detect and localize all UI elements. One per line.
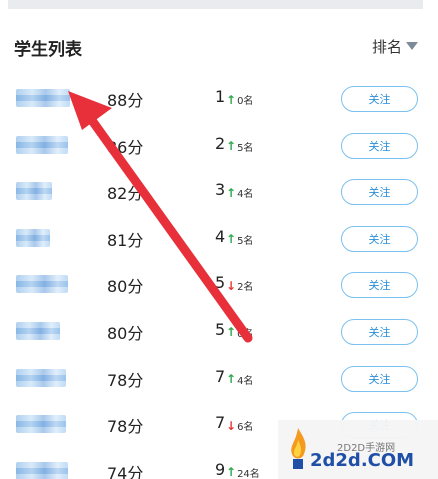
- arrow-down-icon: ↓: [226, 278, 237, 293]
- student-rank: 1: [215, 87, 226, 106]
- rank-change: ↑ 0名: [226, 325, 253, 340]
- student-rank: 4: [215, 226, 226, 246]
- student-name-blurred[interactable]: [16, 228, 50, 247]
- student-score: 88分: [107, 91, 144, 110]
- student-rank: 3: [215, 180, 226, 200]
- sort-label: 排名: [372, 37, 403, 56]
- student-score: 74分: [107, 463, 144, 479]
- follow-button[interactable]: 关注: [341, 86, 418, 112]
- student-list: 88分 1 ↑ 0名 关注 86分 2 ↑ 5名 关注 82分 3 ↑ 4名 关注 81分 4 ↑ 5名 关注 80分 5…: [0, 76, 438, 479]
- rank-change: ↑ 5名: [226, 232, 253, 247]
- student-name-blurred[interactable]: [16, 321, 60, 340]
- student-row: 82分 3 ↑ 4名 关注: [0, 169, 438, 216]
- arrow-up-icon: ↑: [226, 372, 237, 387]
- student-score: 86分: [107, 137, 144, 157]
- rank-change: ↓ 2名: [226, 278, 254, 294]
- rank-change-value: 4名: [237, 189, 254, 201]
- rank-change-value: 24名: [237, 468, 260, 479]
- arrow-down-icon: ↓: [226, 418, 237, 433]
- rank-change: ↑ 24名: [226, 465, 260, 479]
- student-name-blurred[interactable]: [16, 415, 66, 434]
- rank-change-value: 2名: [237, 282, 254, 294]
- student-row: 80分 5 ↓ 2名 关注: [0, 262, 438, 309]
- follow-button[interactable]: 关注: [341, 272, 418, 299]
- student-score: 81分: [107, 230, 144, 250]
- student-score: 80分: [107, 323, 144, 343]
- student-name-blurred[interactable]: [16, 135, 68, 154]
- student-rank: 7: [215, 413, 226, 433]
- rank-change: ↑ 5名: [226, 139, 253, 154]
- arrow-up-icon: ↑: [226, 232, 237, 247]
- rank-change-value: 5名: [237, 235, 254, 247]
- student-name-blurred[interactable]: [16, 89, 70, 107]
- student-row: 81分 4 ↑ 5名 关注: [0, 216, 438, 263]
- student-list-screen: 学生列表 排名 88分 1 ↑ 0名 关注 86分 2 ↑ 5名 关注 82分 3 ↑ 4名 关注 81分 4 ↑…: [0, 0, 438, 479]
- follow-button[interactable]: 关注: [341, 365, 418, 392]
- student-row: 78分 7 ↑ 4名 关注: [0, 356, 438, 403]
- student-name-blurred[interactable]: [16, 182, 52, 201]
- student-score: 78分: [107, 370, 144, 390]
- student-score: 80分: [107, 277, 144, 297]
- student-row: 80分 5 ↑ 0名 关注: [0, 309, 438, 356]
- flame-icon: [291, 428, 306, 469]
- rank-change-value: 0名: [237, 96, 254, 107]
- student-rank: 5: [215, 319, 226, 339]
- student-score: 78分: [107, 417, 144, 437]
- watermark-domain: 2d2d.COM: [310, 450, 415, 471]
- follow-button[interactable]: 关注: [341, 179, 418, 206]
- rank-change: ↑ 4名: [226, 372, 253, 387]
- student-name-blurred[interactable]: [16, 368, 66, 387]
- follow-button[interactable]: 关注: [341, 225, 418, 252]
- sort-dropdown[interactable]: 排名: [372, 36, 419, 56]
- rank-change-value: 5名: [237, 142, 254, 154]
- student-row: 86分 2 ↑ 5名 关注: [0, 123, 438, 170]
- arrow-up-icon: ↑: [226, 465, 237, 479]
- student-score: 82分: [107, 184, 144, 204]
- student-name-blurred[interactable]: [16, 461, 68, 479]
- student-rank: 7: [215, 366, 226, 386]
- rank-change: ↑ 4名: [226, 185, 254, 201]
- follow-button[interactable]: 关注: [341, 132, 418, 159]
- site-watermark: 2D2D手游网 2d2d.COM: [278, 420, 438, 479]
- page-title: 学生列表: [14, 40, 82, 60]
- student-row: 88分 1 ↑ 0名 关注: [0, 76, 438, 123]
- student-name-blurred[interactable]: [16, 275, 68, 294]
- list-header: 学生列表 排名: [0, 9, 438, 71]
- triangle-down-icon: [406, 42, 419, 50]
- arrow-up-icon: ↑: [226, 139, 237, 154]
- student-rank: 9: [215, 459, 226, 479]
- student-rank: 2: [215, 133, 226, 153]
- rank-change-value: 4名: [237, 375, 254, 387]
- arrow-up-icon: ↑: [226, 185, 237, 200]
- rank-change: ↓ 6名: [226, 418, 254, 434]
- arrow-up-icon: ↑: [226, 92, 237, 107]
- rank-change-value: 6名: [237, 422, 254, 434]
- rank-change-value: 0名: [237, 328, 254, 340]
- rank-change: ↑ 0名: [226, 92, 254, 108]
- follow-button[interactable]: 关注: [341, 318, 418, 345]
- student-rank: 5: [215, 273, 226, 293]
- top-divider-bar: [8, 0, 423, 9]
- arrow-up-icon: ↑: [226, 325, 237, 340]
